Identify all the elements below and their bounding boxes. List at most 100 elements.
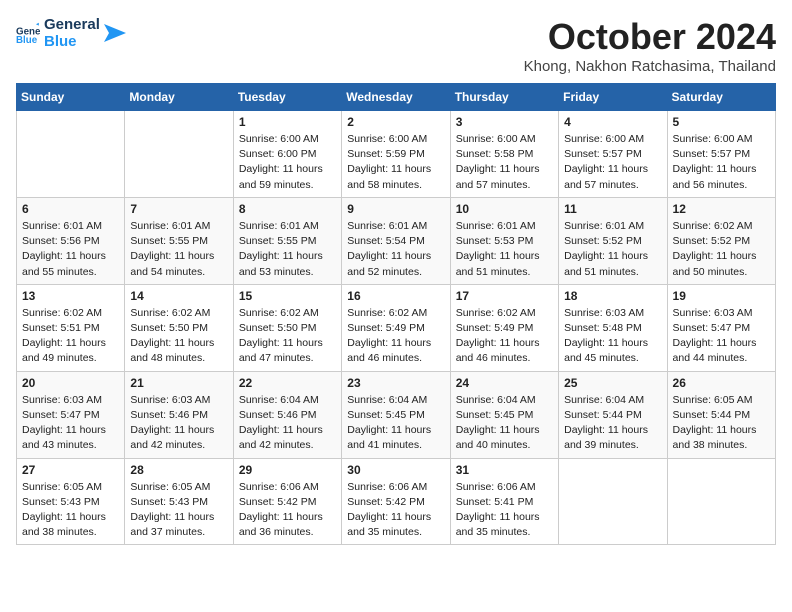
day-number: 3 <box>456 115 553 129</box>
calendar-cell: 8 Sunrise: 6:01 AMSunset: 5:55 PMDaylight… <box>233 197 341 284</box>
day-info: Sunrise: 6:01 AMSunset: 5:54 PMDaylight:… <box>347 219 444 280</box>
weekday-header-monday: Monday <box>125 84 233 111</box>
day-info: Sunrise: 6:01 AMSunset: 5:55 PMDaylight:… <box>239 219 336 280</box>
calendar-cell: 25 Sunrise: 6:04 AMSunset: 5:44 PMDayligh… <box>559 371 667 458</box>
calendar-cell: 5 Sunrise: 6:00 AMSunset: 5:57 PMDaylight… <box>667 111 775 198</box>
day-info: Sunrise: 6:00 AMSunset: 5:57 PMDaylight:… <box>564 132 661 193</box>
calendar-cell: 29 Sunrise: 6:06 AMSunset: 5:42 PMDayligh… <box>233 458 341 545</box>
day-info: Sunrise: 6:01 AMSunset: 5:52 PMDaylight:… <box>564 219 661 280</box>
calendar-week-row: 6 Sunrise: 6:01 AMSunset: 5:56 PMDaylight… <box>17 197 776 284</box>
day-number: 18 <box>564 289 661 303</box>
day-info: Sunrise: 6:00 AMSunset: 5:57 PMDaylight:… <box>673 132 770 193</box>
calendar-cell: 19 Sunrise: 6:03 AMSunset: 5:47 PMDayligh… <box>667 284 775 371</box>
calendar-cell: 7 Sunrise: 6:01 AMSunset: 5:55 PMDaylight… <box>125 197 233 284</box>
logo-line1: General <box>44 16 100 33</box>
calendar-cell: 2 Sunrise: 6:00 AMSunset: 5:59 PMDaylight… <box>342 111 450 198</box>
calendar-cell: 31 Sunrise: 6:06 AMSunset: 5:41 PMDayligh… <box>450 458 558 545</box>
logo-icon: General Blue <box>16 21 40 45</box>
calendar-cell: 30Sunrise: 6:06 AMSunset: 5:42 PMDayligh… <box>342 458 450 545</box>
day-number: 31 <box>456 463 553 477</box>
day-info: Sunrise: 6:04 AMSunset: 5:45 PMDaylight:… <box>456 393 553 454</box>
calendar-cell: 17Sunrise: 6:02 AMSunset: 5:49 PMDayligh… <box>450 284 558 371</box>
day-info: Sunrise: 6:03 AMSunset: 5:47 PMDaylight:… <box>673 306 770 367</box>
day-info: Sunrise: 6:00 AMSunset: 6:00 PMDaylight:… <box>239 132 336 193</box>
day-number: 5 <box>673 115 770 129</box>
calendar-cell: 12 Sunrise: 6:02 AMSunset: 5:52 PMDayligh… <box>667 197 775 284</box>
calendar-cell: 20Sunrise: 6:03 AMSunset: 5:47 PMDayligh… <box>17 371 125 458</box>
calendar-table: SundayMondayTuesdayWednesdayThursdayFrid… <box>16 83 776 545</box>
day-info: Sunrise: 6:00 AMSunset: 5:59 PMDaylight:… <box>347 132 444 193</box>
page-header: General Blue General Blue October 2024 K… <box>16 16 776 75</box>
month-title: October 2024 <box>524 16 776 58</box>
day-number: 22 <box>239 376 336 390</box>
calendar-cell: 26Sunrise: 6:05 AMSunset: 5:44 PMDayligh… <box>667 371 775 458</box>
day-number: 27 <box>22 463 119 477</box>
location: Khong, Nakhon Ratchasima, Thailand <box>524 58 776 75</box>
calendar-cell: 14 Sunrise: 6:02 AMSunset: 5:50 PMDayligh… <box>125 284 233 371</box>
title-block: October 2024 Khong, Nakhon Ratchasima, T… <box>524 16 776 75</box>
calendar-cell <box>17 111 125 198</box>
day-number: 6 <box>22 202 119 216</box>
day-info: Sunrise: 6:04 AMSunset: 5:44 PMDaylight:… <box>564 393 661 454</box>
day-number: 12 <box>673 202 770 216</box>
day-number: 25 <box>564 376 661 390</box>
day-info: Sunrise: 6:06 AMSunset: 5:42 PMDaylight:… <box>239 480 336 541</box>
calendar-cell: 24 Sunrise: 6:04 AMSunset: 5:45 PMDayligh… <box>450 371 558 458</box>
day-number: 7 <box>130 202 227 216</box>
calendar-cell <box>667 458 775 545</box>
day-number: 29 <box>239 463 336 477</box>
day-info: Sunrise: 6:02 AMSunset: 5:50 PMDaylight:… <box>239 306 336 367</box>
weekday-header-tuesday: Tuesday <box>233 84 341 111</box>
calendar-cell: 13 Sunrise: 6:02 AMSunset: 5:51 PMDayligh… <box>17 284 125 371</box>
logo-arrow-icon <box>104 24 126 42</box>
calendar-cell: 10Sunrise: 6:01 AMSunset: 5:53 PMDayligh… <box>450 197 558 284</box>
day-info: Sunrise: 6:01 AMSunset: 5:56 PMDaylight:… <box>22 219 119 280</box>
day-number: 24 <box>456 376 553 390</box>
day-info: Sunrise: 6:03 AMSunset: 5:46 PMDaylight:… <box>130 393 227 454</box>
calendar-cell: 4Sunrise: 6:00 AMSunset: 5:57 PMDaylight… <box>559 111 667 198</box>
calendar-cell: 15 Sunrise: 6:02 AMSunset: 5:50 PMDayligh… <box>233 284 341 371</box>
day-number: 26 <box>673 376 770 390</box>
day-number: 15 <box>239 289 336 303</box>
calendar-cell: 18Sunrise: 6:03 AMSunset: 5:48 PMDayligh… <box>559 284 667 371</box>
day-info: Sunrise: 6:00 AMSunset: 5:58 PMDaylight:… <box>456 132 553 193</box>
day-info: Sunrise: 6:02 AMSunset: 5:51 PMDaylight:… <box>22 306 119 367</box>
day-info: Sunrise: 6:02 AMSunset: 5:49 PMDaylight:… <box>347 306 444 367</box>
day-info: Sunrise: 6:06 AMSunset: 5:41 PMDaylight:… <box>456 480 553 541</box>
calendar-cell <box>125 111 233 198</box>
weekday-header-thursday: Thursday <box>450 84 558 111</box>
day-number: 30 <box>347 463 444 477</box>
day-number: 28 <box>130 463 227 477</box>
day-info: Sunrise: 6:02 AMSunset: 5:50 PMDaylight:… <box>130 306 227 367</box>
calendar-header-row: SundayMondayTuesdayWednesdayThursdayFrid… <box>17 84 776 111</box>
weekday-header-wednesday: Wednesday <box>342 84 450 111</box>
day-info: Sunrise: 6:01 AMSunset: 5:55 PMDaylight:… <box>130 219 227 280</box>
day-info: Sunrise: 6:05 AMSunset: 5:43 PMDaylight:… <box>130 480 227 541</box>
day-number: 19 <box>673 289 770 303</box>
day-number: 1 <box>239 115 336 129</box>
calendar-cell: 23 Sunrise: 6:04 AMSunset: 5:45 PMDayligh… <box>342 371 450 458</box>
day-number: 23 <box>347 376 444 390</box>
day-info: Sunrise: 6:05 AMSunset: 5:43 PMDaylight:… <box>22 480 119 541</box>
calendar-cell: 21Sunrise: 6:03 AMSunset: 5:46 PMDayligh… <box>125 371 233 458</box>
day-number: 10 <box>456 202 553 216</box>
day-number: 11 <box>564 202 661 216</box>
calendar-week-row: 1 Sunrise: 6:00 AMSunset: 6:00 PMDaylight… <box>17 111 776 198</box>
weekday-header-friday: Friday <box>559 84 667 111</box>
day-number: 14 <box>130 289 227 303</box>
day-info: Sunrise: 6:04 AMSunset: 5:45 PMDaylight:… <box>347 393 444 454</box>
calendar-cell: 3 Sunrise: 6:00 AMSunset: 5:58 PMDaylight… <box>450 111 558 198</box>
day-info: Sunrise: 6:04 AMSunset: 5:46 PMDaylight:… <box>239 393 336 454</box>
day-number: 16 <box>347 289 444 303</box>
day-number: 8 <box>239 202 336 216</box>
weekday-header-sunday: Sunday <box>17 84 125 111</box>
calendar-cell: 9Sunrise: 6:01 AMSunset: 5:54 PMDaylight… <box>342 197 450 284</box>
svg-text:Blue: Blue <box>16 35 38 45</box>
logo: General Blue General Blue <box>16 16 126 51</box>
day-number: 2 <box>347 115 444 129</box>
day-info: Sunrise: 6:02 AMSunset: 5:49 PMDaylight:… <box>456 306 553 367</box>
calendar-cell: 16 Sunrise: 6:02 AMSunset: 5:49 PMDayligh… <box>342 284 450 371</box>
calendar-week-row: 27 Sunrise: 6:05 AMSunset: 5:43 PMDayligh… <box>17 458 776 545</box>
day-number: 13 <box>22 289 119 303</box>
day-info: Sunrise: 6:02 AMSunset: 5:52 PMDaylight:… <box>673 219 770 280</box>
